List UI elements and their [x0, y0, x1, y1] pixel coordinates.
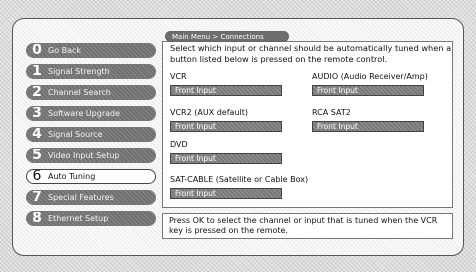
vcr2-input-select[interactable]: Front Input [170, 121, 282, 132]
menu-item-number: 3 [32, 106, 42, 121]
instructions-text: Select which input or channel should be … [170, 43, 452, 64]
sat-cable-label: SAT-CABLE (Satellite or Cable Box) [170, 175, 309, 184]
menu-item-channel-search[interactable]: 2 Channel Search [26, 85, 156, 100]
vcr-label: VCR [170, 72, 187, 81]
menu-item-signal-source[interactable]: 4 Signal Source [26, 127, 156, 142]
menu-item-label: Go Back [48, 46, 82, 55]
menu-item-label: Special Features [48, 193, 114, 202]
rca-sat2-input-select[interactable]: Front Input [312, 121, 424, 132]
menu-item-number: 5 [32, 148, 42, 163]
menu-item-software-upgrade[interactable]: 3 Software Upgrade [26, 106, 156, 121]
menu-item-number: 1 [32, 64, 42, 79]
menu-item-number: 2 [32, 85, 42, 100]
menu-item-ethernet-setup[interactable]: 8 Ethernet Setup [26, 211, 156, 226]
menu-item-auto-tuning[interactable]: 6 Auto Tuning [26, 169, 156, 184]
help-text: Press OK to select the channel or input … [162, 213, 453, 239]
menu-item-label: Signal Strength [48, 67, 110, 76]
breadcrumb: Main Menu > Connections [165, 31, 289, 42]
menu-item-special-features[interactable]: 7 Special Features [26, 190, 156, 205]
vcr-input-select[interactable]: Front Input [170, 85, 282, 96]
sat-cable-input-select[interactable]: Front Input [170, 188, 282, 199]
menu-item-label: Software Upgrade [48, 109, 121, 118]
menu-item-label: Video Input Setup [48, 151, 120, 160]
menu-item-number: 8 [32, 211, 42, 226]
menu-item-label: Ethernet Setup [48, 214, 109, 223]
vcr2-label: VCR2 (AUX default) [170, 108, 248, 117]
menu-item-video-input-setup[interactable]: 5 Video Input Setup [26, 148, 156, 163]
menu-item-label: Channel Search [48, 88, 111, 97]
audio-input-select[interactable]: Front Input [312, 85, 424, 96]
menu-item-number: 6 [32, 169, 42, 184]
menu-item-label: Signal Source [48, 130, 103, 139]
menu-item-number: 7 [32, 190, 42, 205]
menu-item-number: 0 [32, 43, 42, 58]
audio-label: AUDIO (Audio Receiver/Amp) [312, 72, 428, 81]
menu-item-signal-strength[interactable]: 1 Signal Strength [26, 64, 156, 79]
menu-item-number: 4 [32, 127, 42, 142]
dvd-input-select[interactable]: Front Input [170, 153, 282, 164]
menu-item-go-back[interactable]: 0 Go Back [26, 43, 156, 58]
rca-sat2-label: RCA SAT2 [312, 108, 351, 117]
dvd-label: DVD [170, 140, 188, 149]
menu-item-label: Auto Tuning [48, 172, 96, 181]
